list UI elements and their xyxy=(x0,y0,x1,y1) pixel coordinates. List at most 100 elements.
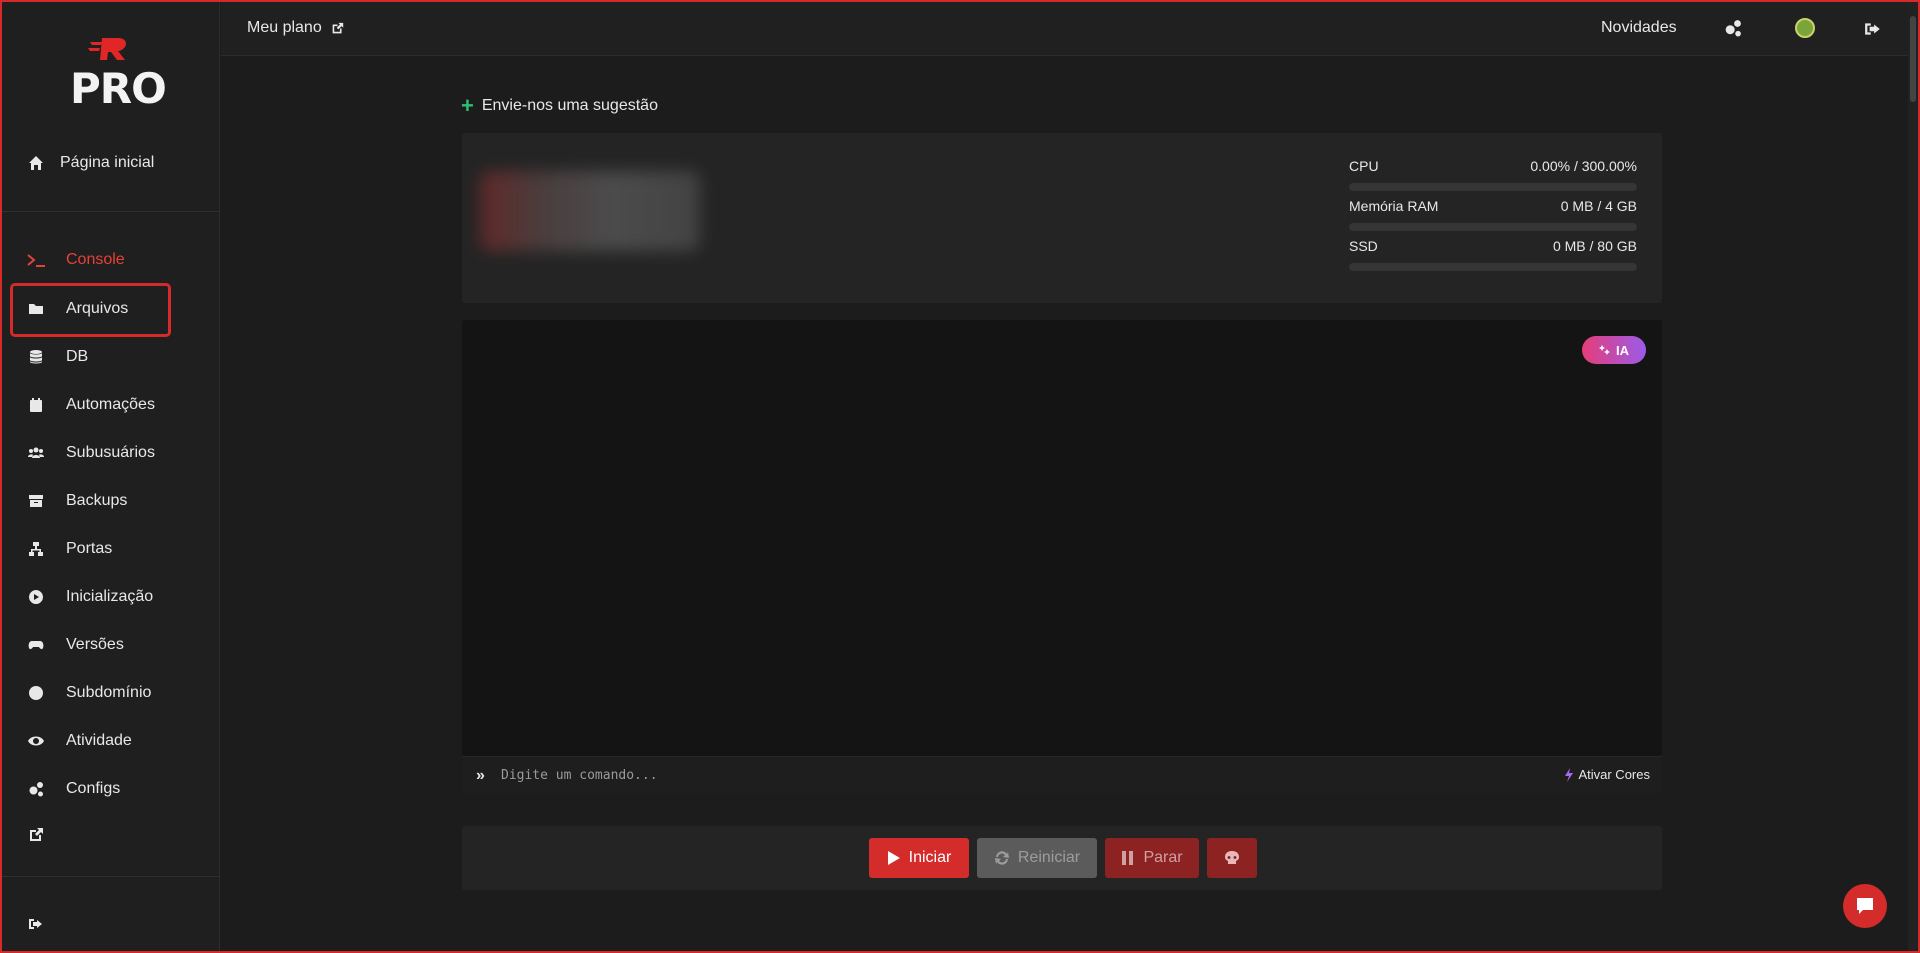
sidebar-divider xyxy=(2,876,220,877)
stat-label: Memória RAM xyxy=(1349,198,1439,214)
flame-r-logo-icon xyxy=(88,38,126,60)
sidebar-item-subdominio[interactable]: Subdomínio xyxy=(26,675,151,711)
external-link-button[interactable] xyxy=(26,817,66,853)
sidebar-item-configs[interactable]: Configs xyxy=(26,771,120,807)
sidebar-item-label: DB xyxy=(66,348,89,365)
sidebar-item-label: Automações xyxy=(66,396,155,413)
sidebar-item-label: Atividade xyxy=(66,732,132,749)
sidebar-item-db[interactable]: DB xyxy=(26,339,88,375)
sidebar-item-automacoes[interactable]: Automações xyxy=(26,387,155,423)
sidebar-item-label: Arquivos xyxy=(66,300,129,317)
suggestion-link[interactable]: + Envie-nos uma sugestão xyxy=(461,93,658,118)
sidebar-item-label: Inicialização xyxy=(66,588,154,605)
logout-icon xyxy=(26,914,46,934)
news-link[interactable]: Novidades xyxy=(1601,19,1677,37)
server-banner-image xyxy=(480,171,700,251)
stat-value: 0 MB / 4 GB xyxy=(1560,198,1637,214)
sidebar-item-label: Backups xyxy=(66,492,128,509)
cpu-usage-bar xyxy=(1349,183,1637,191)
logout-button[interactable] xyxy=(1864,20,1882,43)
sidebar-item-label: Subusuários xyxy=(66,444,155,461)
support-chat-button[interactable] xyxy=(1843,884,1887,928)
sidebar-item-label: Subdomínio xyxy=(66,684,152,701)
chevrons-right-icon: » xyxy=(476,767,485,784)
ram-usage-bar xyxy=(1349,223,1637,231)
external-link-icon xyxy=(26,825,46,845)
enable-colors-label: Ativar Cores xyxy=(1578,767,1650,782)
ssd-stat: SSD 0 MB / 80 GB xyxy=(1349,238,1637,271)
stat-value: 0.00% / 300.00% xyxy=(1530,158,1637,174)
start-label: Iniciar xyxy=(908,849,952,866)
play-icon xyxy=(887,851,900,865)
database-icon xyxy=(26,347,46,367)
stop-label: Parar xyxy=(1143,849,1183,866)
kill-button[interactable] xyxy=(1207,838,1257,878)
external-link-icon xyxy=(332,22,343,33)
play-circle-icon xyxy=(26,587,46,607)
sidebar-item-home[interactable]: Página inicial xyxy=(26,145,154,181)
sidebar-item-label: Console xyxy=(66,251,125,268)
logo-text: PRO xyxy=(70,64,167,113)
start-button[interactable]: Iniciar xyxy=(869,838,969,878)
command-bar: » Ativar Cores xyxy=(462,756,1662,793)
my-plan-label: Meu plano xyxy=(247,19,322,36)
sidebar-item-atividade[interactable]: Atividade xyxy=(26,723,132,759)
ai-assistant-button[interactable]: IA xyxy=(1582,336,1646,364)
lightning-icon xyxy=(1565,767,1574,782)
skull-icon xyxy=(1225,851,1239,864)
sidebar-item-label: Versões xyxy=(66,636,124,653)
power-actions: Iniciar Reiniciar Parar xyxy=(462,826,1662,890)
sidebar-item-label: Configs xyxy=(66,780,121,797)
top-bar: Meu plano Novidades xyxy=(221,2,1911,56)
plus-icon: + xyxy=(461,93,474,118)
console-output[interactable]: IA xyxy=(462,320,1662,756)
folder-icon xyxy=(26,299,46,319)
sidebar-item-arquivos[interactable]: Arquivos xyxy=(26,291,128,327)
stat-label: SSD xyxy=(1349,238,1378,254)
ram-stat: Memória RAM 0 MB / 4 GB xyxy=(1349,198,1637,231)
app-logo[interactable]: PRO xyxy=(68,36,167,113)
sidebar-item-backups[interactable]: Backups xyxy=(26,483,127,519)
ssd-usage-bar xyxy=(1349,263,1637,271)
gears-icon xyxy=(1725,20,1741,37)
ai-badge-label: IA xyxy=(1616,342,1629,358)
sidebar-item-console[interactable]: Console xyxy=(26,242,125,278)
sparkle-icon xyxy=(1599,345,1610,355)
stop-button[interactable]: Parar xyxy=(1105,838,1199,878)
chat-bubble-icon xyxy=(1857,898,1873,914)
settings-button[interactable] xyxy=(1724,19,1742,42)
restart-label: Reiniciar xyxy=(1017,849,1081,866)
enable-colors-button[interactable]: Ativar Cores xyxy=(1564,767,1650,782)
sidebar-logout-button[interactable] xyxy=(26,906,66,942)
sidebar-item-label: Página inicial xyxy=(60,154,155,171)
sidebar-item-label: Portas xyxy=(66,540,113,557)
my-plan-link[interactable]: Meu plano xyxy=(247,19,344,37)
logout-icon xyxy=(1865,23,1880,35)
restart-button[interactable]: Reiniciar xyxy=(977,838,1097,878)
gears-icon xyxy=(26,779,46,799)
user-avatar[interactable] xyxy=(1795,18,1815,38)
globe-icon xyxy=(26,683,46,703)
stat-value: 0 MB / 80 GB xyxy=(1552,238,1637,254)
terminal-icon xyxy=(26,250,46,270)
cpu-stat: CPU 0.00% / 300.00% xyxy=(1349,158,1637,191)
stat-label: CPU xyxy=(1349,158,1379,174)
suggestion-label: Envie-nos uma sugestão xyxy=(481,97,658,114)
gamepad-icon xyxy=(26,635,46,655)
sidebar-item-versoes[interactable]: Versões xyxy=(26,627,124,663)
server-stats-card: CPU 0.00% / 300.00% Memória RAM 0 MB / 4… xyxy=(462,133,1662,303)
scrollbar-thumb[interactable] xyxy=(1910,16,1916,102)
calendar-icon xyxy=(26,395,46,415)
command-input[interactable] xyxy=(501,763,1401,787)
users-icon xyxy=(26,443,46,463)
archive-icon xyxy=(26,491,46,511)
pause-icon xyxy=(1122,851,1134,865)
eye-icon xyxy=(26,731,46,751)
sidebar-item-inicializacao[interactable]: Inicialização xyxy=(26,579,153,615)
sync-icon xyxy=(994,851,1009,865)
sidebar-item-subusuarios[interactable]: Subusuários xyxy=(26,435,155,471)
sidebar-item-portas[interactable]: Portas xyxy=(26,531,112,567)
home-icon xyxy=(26,153,46,173)
network-icon xyxy=(26,539,46,559)
page-scrollbar[interactable] xyxy=(1908,2,1918,951)
